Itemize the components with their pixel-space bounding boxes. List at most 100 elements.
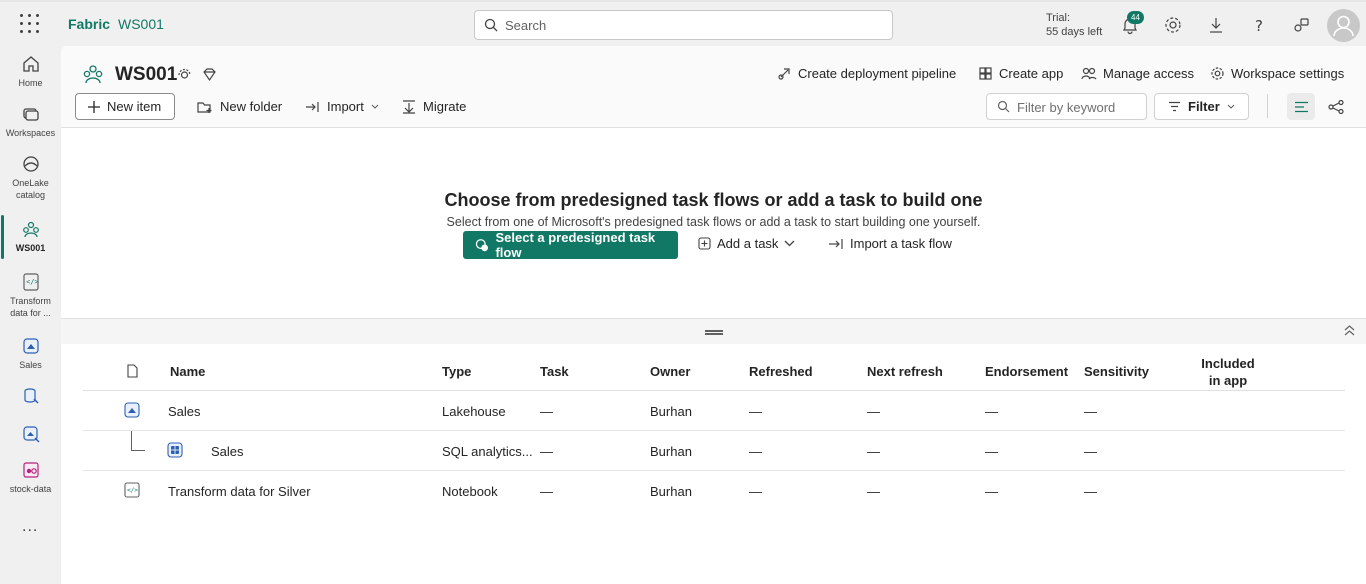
table-row[interactable]: Sales Lakehouse — Burhan — — — — (83, 391, 1345, 431)
svg-text:?: ? (1255, 17, 1263, 35)
trial-days-left: 55 days left (1046, 26, 1103, 38)
column-header-refreshed[interactable]: Refreshed (749, 364, 813, 379)
nav-item-stock-data[interactable]: stock-data (0, 460, 61, 495)
list-view-button[interactable] (1287, 93, 1315, 120)
workspace-settings-button[interactable]: Workspace settings (1210, 66, 1344, 81)
apps-icon (979, 67, 992, 80)
button-label: Filter (1188, 99, 1220, 114)
header-line: Included (1201, 356, 1255, 371)
nav-item-home[interactable]: Home (0, 54, 61, 89)
column-header-owner[interactable]: Owner (650, 364, 690, 379)
nav-item-workspaces[interactable]: Workspaces (0, 104, 61, 139)
nav-label: Sales (19, 360, 42, 370)
header-line: in app (1208, 373, 1248, 388)
column-header-included-in-app[interactable]: Included in app (1198, 355, 1258, 389)
lineage-view-button[interactable] (1322, 93, 1350, 120)
nav-item-onelake-catalog[interactable]: OneLake catalog (0, 154, 61, 201)
manage-access-button[interactable]: Manage access (1081, 66, 1194, 81)
workspace-identity-icon[interactable] (176, 66, 193, 83)
chevron-down-icon (784, 240, 795, 247)
tree-connector (131, 431, 145, 451)
column-header-endorsement[interactable]: Endorsement (985, 364, 1068, 379)
item-sensitivity: — (1084, 444, 1097, 459)
items-table: Name Type Task Owner Refreshed Next refr… (83, 344, 1345, 511)
column-header-name[interactable]: Name (170, 364, 205, 379)
table-row[interactable]: Sales SQL analytics... — Burhan — — — — (83, 431, 1345, 471)
lakehouse-icon (124, 402, 140, 418)
trial-label: Trial: (1046, 12, 1071, 24)
brand-name[interactable]: Fabric (68, 16, 110, 32)
onelake-icon (22, 156, 39, 172)
table-row[interactable]: </> Transform data for Silver Notebook —… (83, 471, 1345, 511)
item-owner: Burhan (650, 444, 692, 459)
filter-button[interactable]: Filter (1154, 93, 1249, 120)
item-name[interactable]: Transform data for Silver (168, 484, 311, 499)
add-task-button[interactable]: Add a task (698, 236, 795, 251)
button-label: Import (327, 99, 364, 114)
item-type: Notebook (442, 484, 498, 499)
column-header-sensitivity[interactable]: Sensitivity (1084, 364, 1149, 379)
item-refreshed: — (749, 484, 762, 499)
rocket-icon (778, 68, 790, 80)
lakehouse-icon (22, 338, 39, 354)
search-placeholder: Search (505, 18, 547, 33)
action-label: Create deployment pipeline (798, 66, 957, 81)
column-header-type[interactable]: Type (442, 364, 471, 379)
column-header-task[interactable]: Task (540, 364, 569, 379)
item-type: SQL analytics... (442, 444, 533, 459)
item-name[interactable]: Sales (211, 444, 244, 459)
search-icon (484, 18, 498, 32)
collapse-up-icon[interactable] (1343, 324, 1356, 337)
create-app-button[interactable]: Create app (978, 66, 1063, 81)
column-header-next-refresh[interactable]: Next refresh (867, 364, 943, 379)
import-task-flow-button[interactable]: Import a task flow (828, 236, 952, 251)
search-input[interactable]: Search (474, 10, 893, 40)
sql-endpoint-icon (167, 442, 183, 458)
item-name[interactable]: Sales (168, 404, 201, 419)
person-icon (1333, 15, 1354, 37)
nav-item-lakehouse-shortcut[interactable] (0, 424, 61, 447)
lakehouse-shortcut-icon (22, 426, 40, 443)
nav-label: Transform data for ... (10, 296, 51, 318)
share-feedback-icon[interactable] (1292, 15, 1312, 35)
app-launcher-icon[interactable] (20, 14, 40, 34)
premium-diamond-icon[interactable] (201, 66, 218, 83)
import-button[interactable]: Import (305, 93, 379, 120)
new-item-button[interactable]: New item (75, 93, 175, 120)
gear-icon[interactable] (1163, 15, 1183, 35)
help-icon[interactable]: ? (1249, 15, 1269, 35)
download-icon[interactable] (1206, 15, 1226, 35)
nav-item-sales[interactable]: Sales (0, 336, 61, 371)
migrate-button[interactable]: Migrate (402, 93, 466, 120)
search-icon (997, 100, 1010, 113)
toolbar-divider (1267, 94, 1268, 118)
create-deployment-pipeline-button[interactable]: Create deployment pipeline (777, 66, 956, 81)
nav-item-ws001[interactable]: WS001 (0, 219, 61, 254)
avatar[interactable] (1327, 9, 1360, 42)
breadcrumb-workspace[interactable]: WS001 (118, 16, 164, 32)
new-folder-button[interactable]: New folder (197, 93, 282, 120)
list-view-icon (1294, 101, 1308, 112)
select-predesigned-task-flow-button[interactable]: Select a predesigned task flow (463, 230, 678, 260)
panel-splitter[interactable] (61, 318, 1366, 344)
svg-text:</>: </> (26, 278, 39, 286)
main-panel: WS001 Create deployment pipeline Create … (61, 46, 1366, 584)
filter-keyword-input[interactable]: Filter by keyword (986, 93, 1147, 120)
item-endorsement: — (985, 444, 998, 459)
lineage-icon (1328, 99, 1344, 114)
document-icon[interactable] (127, 364, 138, 378)
drag-handle-icon[interactable] (705, 330, 723, 335)
import-icon (306, 101, 319, 112)
table-header: Name Type Task Owner Refreshed Next refr… (83, 344, 1345, 391)
more-icon[interactable]: ... (22, 518, 38, 536)
workspace-icon (83, 65, 103, 84)
nav-label: WS001 (15, 243, 46, 253)
gear-icon (1211, 67, 1224, 80)
nav-item-sql-endpoint[interactable] (0, 386, 61, 409)
nav-item-transform-notebook[interactable]: </> Transform data for ... (0, 272, 61, 319)
task-flow-title: Choose from predesigned task flows or ad… (444, 190, 983, 210)
item-next-refresh: — (867, 484, 880, 499)
eventstream-icon (22, 462, 39, 478)
chevron-down-icon (1227, 104, 1235, 109)
button-label: New folder (220, 99, 283, 114)
